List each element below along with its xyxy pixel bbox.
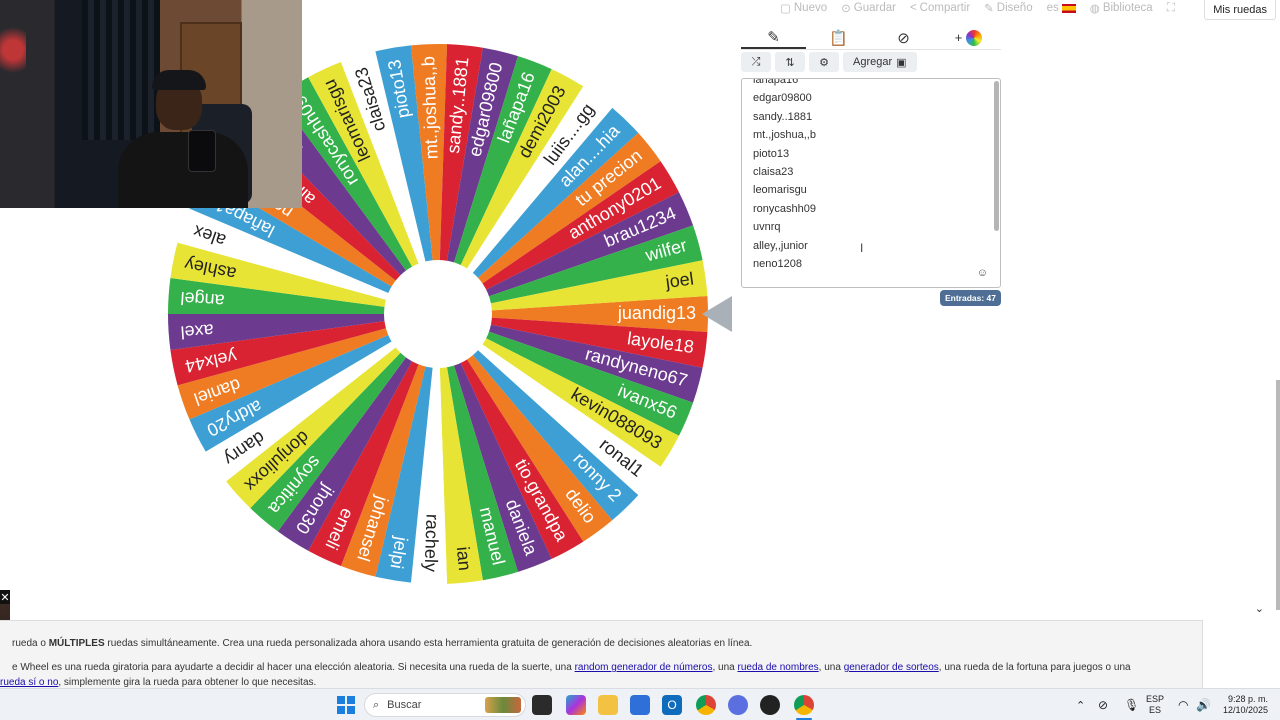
obs-icon[interactable]	[760, 695, 780, 715]
page-scrollbar[interactable]	[1276, 380, 1280, 610]
outlook-icon[interactable]: O	[662, 695, 682, 715]
wheel-center[interactable]	[384, 260, 492, 368]
panel-tabs: ✎ 📋 ⊘ +	[741, 26, 1001, 50]
description-line-2: e Wheel es una rueda giratoria para ayud…	[12, 662, 1131, 673]
clock[interactable]: 9:28 p. m. 12/10/2025	[1218, 689, 1268, 720]
entries-count-badge: Entradas: 47	[939, 290, 1001, 306]
entry-item[interactable]: uvnrq	[753, 218, 816, 236]
file-explorer-icon[interactable]	[598, 695, 618, 715]
nav-language[interactable]: es	[1047, 2, 1076, 14]
color-wheel-icon	[966, 29, 983, 46]
tray-overflow-icon[interactable]: ⌃	[1076, 689, 1085, 720]
gear-icon: ⚙	[819, 56, 829, 69]
link-name-wheel[interactable]: rueda de nombres	[737, 662, 818, 673]
streamer	[118, 70, 248, 208]
entry-item[interactable]: claisa23	[753, 163, 816, 181]
microphone-icon[interactable]: 🎙	[1124, 689, 1139, 720]
image-icon: ▣	[896, 56, 907, 69]
chrome-active-icon[interactable]	[794, 695, 814, 715]
nav-compartir[interactable]: < Compartir	[910, 2, 970, 14]
entries-list: lañapa16 edgar09800 sandy..1881 mt.,joshua,…	[753, 79, 816, 273]
nav-biblioteca[interactable]: ◍ Biblioteca	[1090, 1, 1153, 15]
entry-item[interactable]: ronycashh09	[753, 200, 816, 218]
wheel-segment-label: joel	[663, 268, 694, 292]
entry-item[interactable]: alley,,junior	[753, 237, 816, 255]
nav-guardar[interactable]: ⊙ Guardar	[841, 1, 896, 15]
entry-item[interactable]: leomarisgu	[753, 181, 816, 199]
store-icon[interactable]	[630, 695, 650, 715]
taskbar: ⌕ Buscar O ⌃ ⊘ 🎙 ESP ES ◠ 🔊 9:28 p. m. 1…	[0, 688, 1280, 720]
emoji-icon[interactable]: ☺	[977, 267, 988, 279]
fullscreen-icon[interactable]: ⛶	[1167, 2, 1175, 15]
shuffle-icon: ⤮	[751, 55, 761, 68]
cap	[152, 70, 206, 90]
entry-item[interactable]: neno1208	[753, 255, 816, 273]
share-icon: <	[909, 2, 917, 14]
task-view-icon[interactable]	[532, 695, 552, 715]
entries-toolbar: ⤮ ⇅ ⚙ Agregar ▣	[741, 52, 1001, 74]
search-icon: ⌕	[373, 698, 380, 711]
led-light	[0, 20, 26, 80]
mis-ruedas-button[interactable]: Mis ruedas	[1204, 0, 1276, 20]
wheel-segment-label: rachely	[421, 514, 443, 573]
browser-page: ▢ Nuevo ⊙ Guardar < Compartir ✎ Diseño es ◍ B…	[0, 0, 1280, 720]
phone	[188, 130, 216, 172]
wheel-segment-label: mt.,joshua,,b	[418, 56, 441, 160]
tab-results[interactable]: 📋	[806, 26, 871, 49]
brush-icon: ✎	[984, 3, 994, 15]
add-image-button[interactable]: Agregar ▣	[843, 52, 917, 72]
entry-item[interactable]: edgar09800	[753, 89, 816, 107]
link-raffle-generator[interactable]: generador de sorteos	[844, 662, 939, 673]
description-line-1: rueda o MÚLTIPLES ruedas simultáneamente…	[12, 638, 753, 649]
entry-item[interactable]: pioto13	[753, 145, 816, 163]
windows-start-icon[interactable]	[336, 695, 356, 715]
wheel-pointer-icon	[702, 296, 732, 332]
spain-flag-icon	[1061, 3, 1076, 13]
entries-scrollbar[interactable]	[994, 81, 999, 231]
link-random-numbers[interactable]: random generador de números	[575, 662, 713, 673]
wifi-icon[interactable]: ◠	[1178, 689, 1188, 720]
clipboard-icon: 📋	[829, 29, 848, 47]
wheel-segment-label: angel	[180, 288, 225, 311]
copilot-icon[interactable]	[566, 695, 586, 715]
link-yes-no-wheel[interactable]: rueda sí o no	[0, 677, 58, 688]
search-highlight-icon	[485, 697, 521, 713]
wheel-segment-label: juandig13	[617, 303, 696, 323]
close-icon[interactable]: ✕	[0, 590, 10, 604]
entry-item[interactable]: mt.,joshua,,b	[753, 126, 816, 144]
app-icon[interactable]	[728, 695, 748, 715]
description-section: rueda o MÚLTIPLES ruedas simultáneamente…	[0, 620, 1203, 688]
language-indicator[interactable]: ESP ES	[1146, 689, 1164, 720]
chrome-icon[interactable]	[696, 695, 716, 715]
tab-add-wheel[interactable]: +	[936, 26, 1001, 49]
save-icon: ⊙	[841, 3, 851, 15]
sort-button[interactable]: ⇅	[775, 52, 805, 72]
taskbar-search[interactable]: ⌕ Buscar	[364, 693, 526, 717]
webcam-overlay	[0, 0, 302, 208]
entries-textarea[interactable]: lañapa16 edgar09800 sandy..1881 mt.,joshua,…	[741, 78, 1001, 288]
nav-diseno[interactable]: ✎ Diseño	[984, 1, 1032, 15]
network-off-icon[interactable]: ⊘	[1098, 689, 1108, 720]
wheel-segment-label: ian	[453, 546, 475, 572]
text-cursor-icon: I	[860, 241, 864, 255]
entries-panel: ✎ 📋 ⊘ + ⤮ ⇅ ⚙ Agregar ▣ lañapa16 edgar098…	[741, 26, 1001, 306]
new-icon: ▢	[780, 3, 791, 15]
nav-nuevo[interactable]: ▢ Nuevo	[780, 1, 827, 15]
volume-icon[interactable]: 🔊	[1196, 689, 1211, 720]
settings-button[interactable]: ⚙	[809, 52, 839, 72]
tab-edit[interactable]: ✎	[741, 26, 806, 49]
eye-off-icon: ⊘	[897, 29, 910, 47]
sort-icon: ⇅	[785, 56, 795, 69]
pencil-icon: ✎	[767, 28, 780, 46]
plus-icon: +	[954, 30, 963, 45]
entry-item[interactable]: lañapa16	[753, 79, 816, 89]
description-line-3: rueda sí o no, simplemente gira la rueda…	[0, 677, 317, 688]
tab-hide[interactable]: ⊘	[871, 26, 936, 49]
wheel-segment-label: axel	[180, 320, 214, 342]
entry-item[interactable]: sandy..1881	[753, 108, 816, 126]
globe-icon: ◍	[1089, 3, 1100, 15]
chevron-down-icon[interactable]: ⌄	[1255, 602, 1264, 615]
shuffle-button[interactable]: ⤮	[741, 52, 771, 72]
